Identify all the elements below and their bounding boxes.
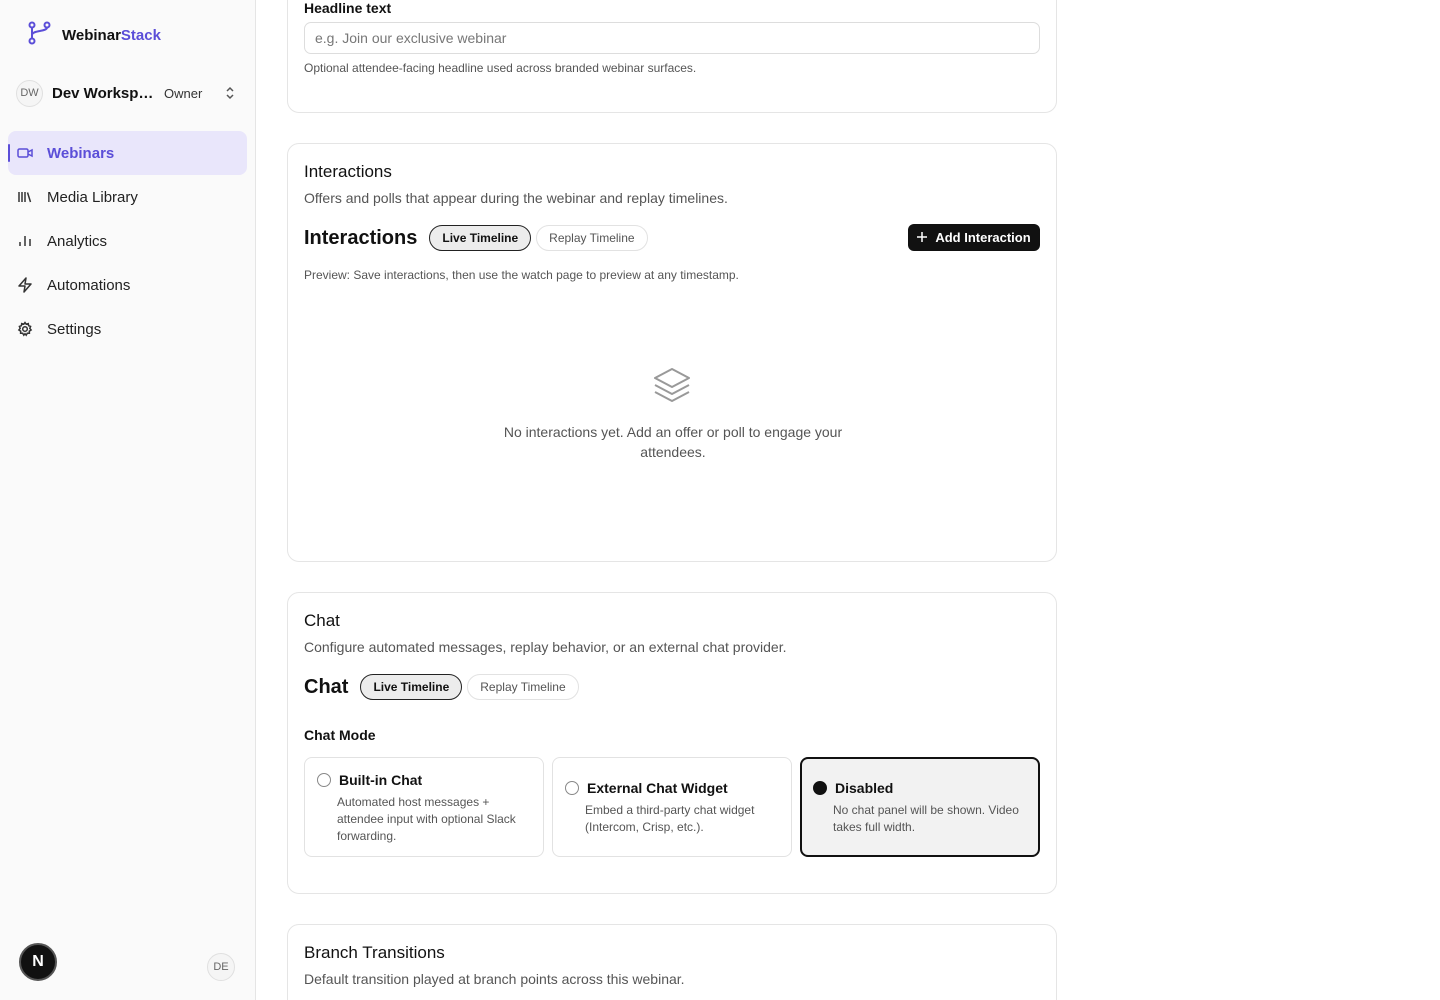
sidebar-item-settings[interactable]: Settings: [8, 307, 247, 351]
chat-heading-row: Chat Live Timeline Replay Timeline: [304, 674, 584, 700]
branding-card: [287, 0, 1057, 113]
radio-button[interactable]: [565, 781, 579, 795]
sidebar-item-automations[interactable]: Automations: [8, 263, 247, 307]
branch-title: Branch Transitions: [304, 943, 445, 962]
interactions-subtitle: Offers and polls that appear during the …: [304, 190, 728, 206]
branch-transitions-card: Branch Transitions Default transition pl…: [287, 924, 1057, 1000]
chat-title: Chat: [304, 611, 340, 630]
interactions-heading-row: Interactions Live Timeline Replay Timeli…: [304, 225, 653, 251]
sidebar-item-label: Automations: [47, 276, 131, 294]
n-badge-button[interactable]: N: [19, 943, 57, 981]
sidebar-item-media-library[interactable]: Media Library: [8, 175, 247, 219]
brand-name: WebinarStack: [62, 27, 161, 44]
brand-name-part1: Webinar: [62, 27, 121, 44]
bar-chart-icon: [17, 233, 33, 249]
headline-help-text: Optional attendee-facing headline used a…: [304, 61, 697, 75]
workspace-role: Owner: [164, 85, 203, 101]
lightning-icon: [17, 277, 33, 293]
interactions-card: Interactions Offers and polls that appea…: [287, 143, 1057, 562]
chat-mode-label: Chat Mode: [304, 727, 376, 743]
add-interaction-label: Add Interaction: [935, 230, 1031, 245]
library-icon: [17, 189, 33, 205]
headline-label: Headline text: [304, 0, 392, 16]
chat-heading: Chat: [304, 675, 349, 698]
sidebar-item-analytics[interactable]: Analytics: [8, 219, 247, 263]
branch-subtitle: Default transition played at branch poin…: [304, 971, 685, 987]
gear-icon: [17, 321, 33, 337]
option-description: Embed a third-party chat widget (Interco…: [585, 803, 755, 834]
layers-icon: [652, 366, 692, 411]
tab-replay-timeline[interactable]: Replay Timeline: [536, 225, 648, 251]
interactions-title: Interactions: [304, 162, 392, 181]
sidebar-item-label: Media Library: [47, 188, 138, 206]
branch-logo-icon: [26, 20, 52, 51]
headline-input[interactable]: [304, 22, 1040, 54]
add-interaction-button[interactable]: Add Interaction: [908, 224, 1040, 251]
radio-button[interactable]: [813, 781, 827, 795]
option-description: No chat panel will be shown. Video takes…: [833, 803, 1019, 834]
tab-live-timeline[interactable]: Live Timeline: [429, 225, 532, 251]
brand-logo[interactable]: WebinarStack: [26, 20, 161, 51]
sidebar-item-label: Settings: [47, 320, 102, 338]
chat-subtitle: Configure automated messages, replay beh…: [304, 639, 787, 655]
workspace-switcher[interactable]: DW Dev Workspa... Owner: [16, 79, 242, 107]
chat-option-built-in[interactable]: Built-in Chat Automated host messages + …: [304, 757, 544, 857]
sidebar-nav: Webinars Media Library Analytics Automat…: [8, 131, 247, 351]
option-description: Automated host messages + attendee input…: [337, 795, 516, 843]
chat-option-disabled[interactable]: Disabled No chat panel will be shown. Vi…: [800, 757, 1040, 857]
option-title: Disabled: [835, 780, 894, 796]
chat-option-external-widget[interactable]: External Chat Widget Embed a third-party…: [552, 757, 792, 857]
brand-name-part2: Stack: [120, 27, 161, 44]
workspace-avatar: DW: [16, 79, 43, 107]
plus-icon: [917, 230, 928, 245]
sidebar: WebinarStack DW Dev Workspa... Owner Web…: [0, 0, 256, 1000]
interactions-heading: Interactions: [304, 226, 418, 249]
option-title: Built-in Chat: [339, 772, 423, 788]
user-avatar[interactable]: DE: [207, 953, 235, 981]
radio-button[interactable]: [317, 773, 331, 787]
workspace-name: Dev Workspa...: [52, 84, 156, 102]
sidebar-item-webinars[interactable]: Webinars: [8, 131, 247, 175]
sidebar-item-label: Webinars: [47, 144, 115, 162]
tab-live-timeline[interactable]: Live Timeline: [360, 674, 463, 700]
empty-state-text: No interactions yet. Add an offer or pol…: [503, 424, 843, 460]
preview-note: Preview: Save interactions, then use the…: [304, 268, 739, 282]
option-title: External Chat Widget: [587, 780, 728, 796]
sidebar-item-label: Analytics: [47, 232, 108, 250]
video-icon: [17, 145, 33, 161]
chevron-up-down-icon: [224, 85, 236, 106]
tab-replay-timeline[interactable]: Replay Timeline: [467, 674, 579, 700]
chat-card: Chat Configure automated messages, repla…: [287, 592, 1057, 894]
